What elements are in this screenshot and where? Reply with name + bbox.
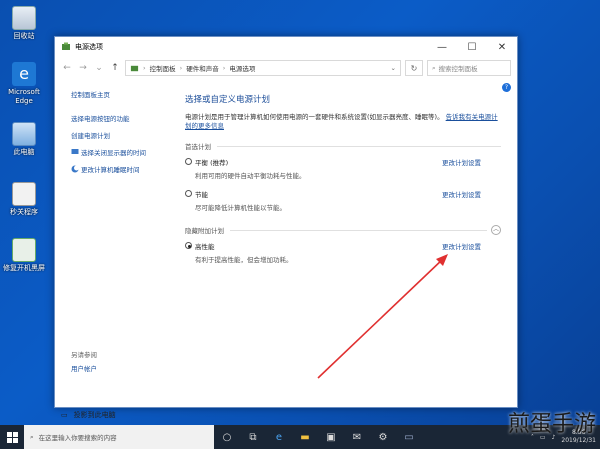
annotation-arrow [317, 254, 448, 379]
watermark: 煎蛋手游 [507, 412, 596, 437]
task-view-icon[interactable]: ⧉ [240, 425, 266, 449]
edge-taskbar-icon[interactable]: e [266, 425, 292, 449]
search-icon: ⌕ [30, 432, 34, 441]
start-button[interactable] [0, 425, 24, 449]
cortana-icon[interactable]: ○ [214, 425, 240, 449]
power-options-taskbar-icon[interactable]: ▭ [396, 425, 422, 449]
store-icon[interactable]: ▣ [318, 425, 344, 449]
mail-icon[interactable]: ✉ [344, 425, 370, 449]
settings-icon[interactable]: ⚙ [370, 425, 396, 449]
windows-logo-icon [6, 431, 18, 443]
clock-date: 2019/12/31 [561, 437, 596, 444]
taskbar-search-input[interactable]: ⌕ 在这里输入你要搜索的内容 [24, 425, 214, 449]
file-explorer-icon[interactable]: ▬ [292, 425, 318, 449]
taskbar-search-placeholder: 在这里输入你要搜索的内容 [38, 434, 117, 442]
